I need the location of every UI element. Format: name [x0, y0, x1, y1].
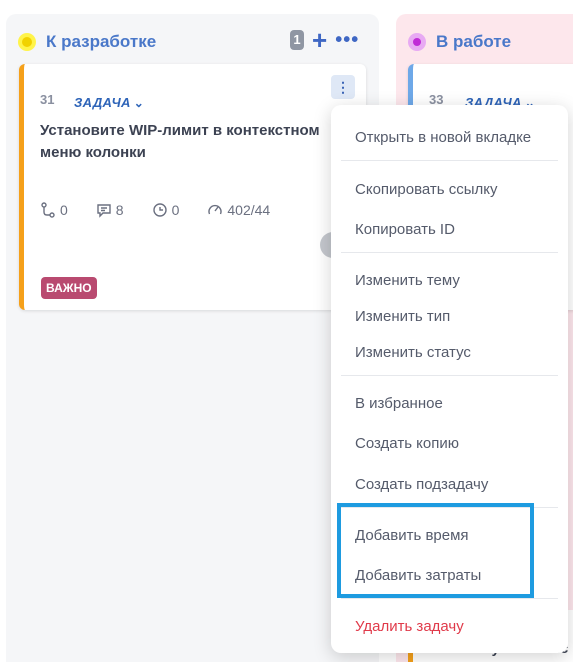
clock-icon [152, 203, 167, 217]
menu-item-create-copy[interactable]: Создать копию [355, 435, 459, 452]
task-count-badge: 1 [290, 30, 304, 50]
card-menu-button[interactable]: ⋮ [331, 75, 355, 99]
task-title[interactable]: Установите WIP-лимит в контекстном меню … [40, 120, 340, 164]
progress-value: 402/44 [227, 202, 271, 218]
status-dot-icon [408, 33, 426, 51]
column-title: В работе [436, 32, 512, 51]
highlight-box [337, 503, 534, 598]
add-task-button[interactable]: + [312, 27, 327, 53]
subtasks-icon [41, 202, 55, 218]
menu-divider [341, 252, 558, 253]
menu-divider [341, 598, 558, 599]
time-stat: 0 [152, 202, 180, 218]
chevron-down-icon: ⌄ [133, 96, 145, 110]
menu-item-delete-task[interactable]: Удалить задачу [355, 618, 464, 635]
task-stats: 0 8 0 402/44 [40, 202, 298, 218]
menu-divider [341, 160, 558, 161]
task-type-dropdown[interactable]: ЗАДАЧА ⌄ [74, 95, 144, 110]
menu-item-copy-id[interactable]: Копировать ID [355, 221, 455, 238]
menu-item-change-topic[interactable]: Изменить тему [355, 272, 460, 289]
important-tag[interactable]: ВАЖНО [41, 277, 97, 299]
comments-count: 8 [115, 202, 124, 218]
comment-icon [97, 204, 111, 218]
progress-stat: 402/44 [207, 202, 270, 218]
column-actions: 1 + ••• [290, 27, 359, 53]
column-header: В работе [408, 30, 511, 54]
subtasks-stat: 0 [40, 202, 68, 218]
menu-divider [341, 375, 558, 376]
column-more-button[interactable]: ••• [335, 30, 359, 50]
column-title: К разработке [46, 32, 157, 51]
menu-item-create-subtask[interactable]: Создать подзадачу [355, 476, 488, 493]
gauge-icon [208, 204, 223, 215]
menu-item-open-new-tab[interactable]: Открыть в новой вкладке [355, 129, 531, 146]
menu-item-change-type[interactable]: Изменить тип [355, 308, 450, 325]
subtasks-count: 0 [60, 202, 68, 218]
task-type-label: ЗАДАЧА [74, 95, 131, 110]
menu-item-change-status[interactable]: Изменить статус [355, 344, 471, 361]
column-header: К разработке [18, 30, 156, 54]
status-dot-icon [18, 33, 36, 51]
task-card[interactable]: 31 ЗАДАЧА ⌄ Установите WIP-лимит в контек… [19, 64, 366, 310]
menu-item-copy-link[interactable]: Скопировать ссылку [355, 181, 498, 198]
menu-item-add-favorite[interactable]: В избранное [355, 395, 443, 412]
task-id: 31 [40, 92, 55, 107]
comments-stat: 8 [96, 202, 124, 218]
time-value: 0 [171, 202, 180, 218]
